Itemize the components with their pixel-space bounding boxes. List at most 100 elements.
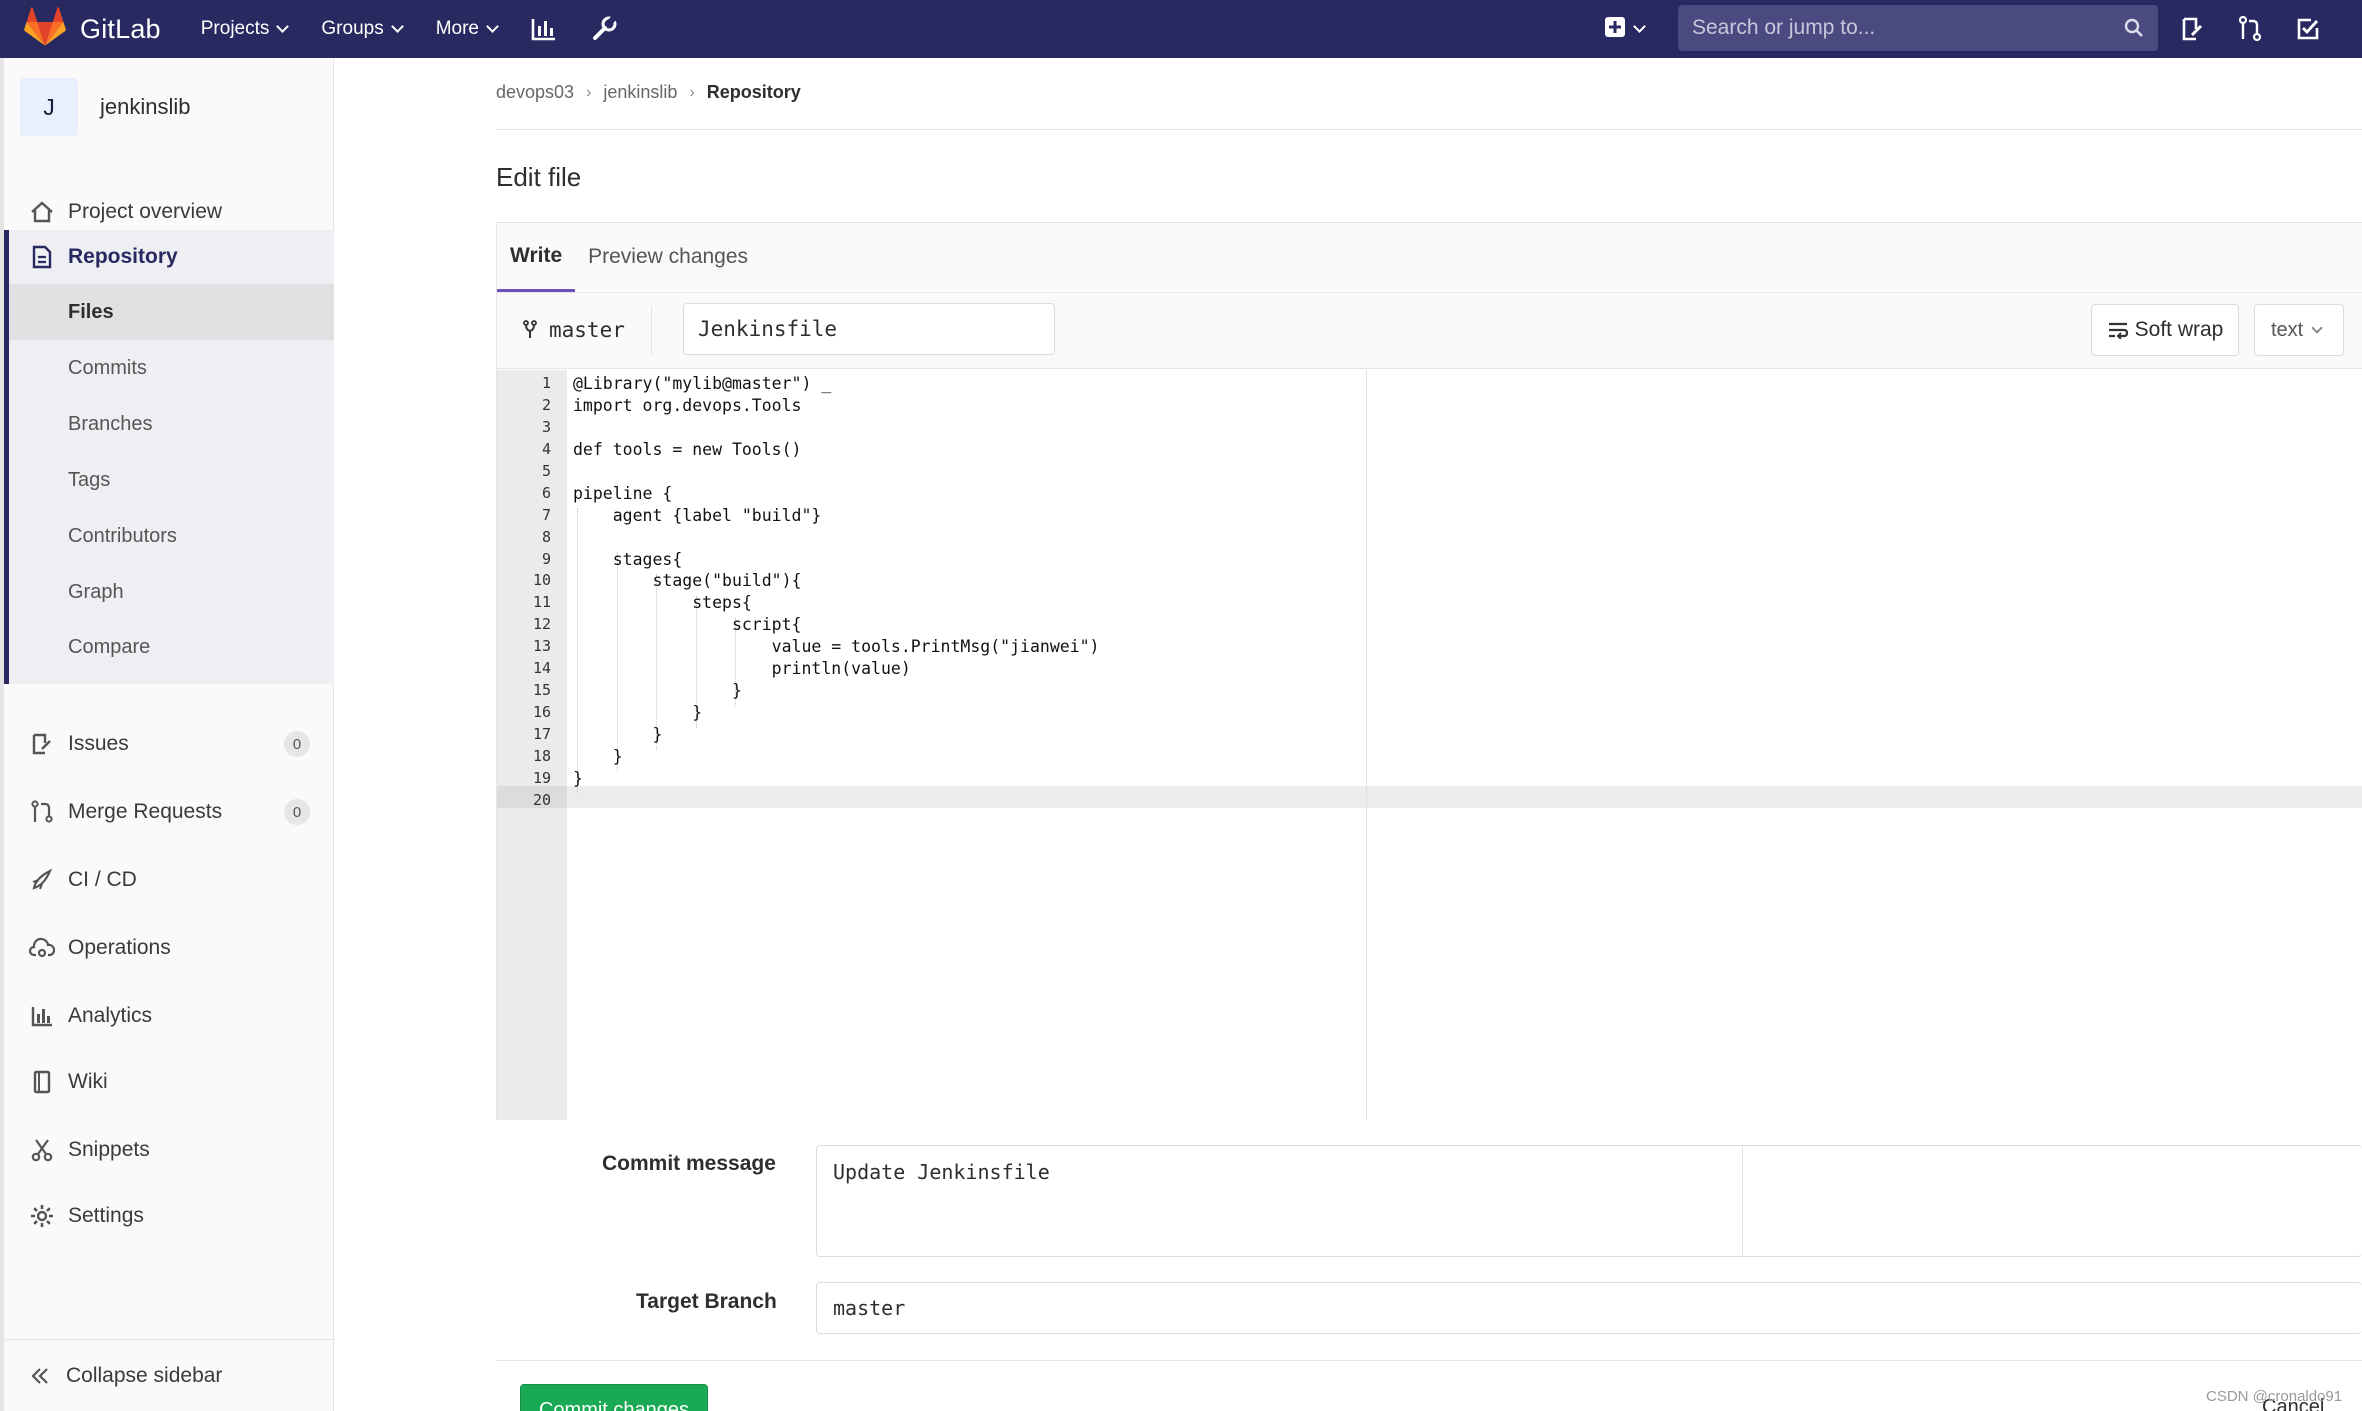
repository-doc-icon [28,245,56,269]
sidebar-item-snippets[interactable]: Snippets [4,1122,334,1178]
sidebar-item-wiki[interactable]: Wiki [4,1054,334,1110]
cloud-gear-icon [28,937,56,959]
nav-more-dropdown[interactable]: More [435,18,499,40]
line-number: 12 [532,615,551,634]
sidebar-item-settings[interactable]: Settings [4,1188,334,1244]
code-line: 3 [497,417,551,439]
sidebar-sub-commits[interactable]: Commits [9,340,334,396]
todos-nav-icon[interactable] [2296,17,2320,41]
line-number: 3 [541,417,551,436]
collapse-sidebar-button[interactable]: Collapse sidebar [4,1339,334,1411]
branch-name: master [549,318,625,342]
sidebar-sub-graph[interactable]: Graph [9,564,334,620]
chevron-right-icon: › [586,83,592,101]
file-mode-value: text [2271,318,2304,341]
sidebar-sub-files[interactable]: Files [9,284,334,340]
collapse-sidebar-label: Collapse sidebar [66,1363,223,1387]
admin-wrench-icon[interactable] [591,16,617,42]
tab-preview-changes[interactable]: Preview changes [575,222,761,292]
line-number: 20 [532,790,551,809]
sidebar-sub-contributors[interactable]: Contributors [9,508,334,564]
line-number: 13 [532,637,551,656]
line-number: 2 [541,395,551,414]
new-item-dropdown[interactable] [1604,16,1646,43]
line-content: pipeline { [573,483,673,503]
soft-wrap-label: Soft wrap [2134,318,2224,341]
nav-projects-dropdown[interactable]: Projects [201,18,290,40]
code-line: 7 agent {label "build"} [497,505,821,527]
commit-changes-button[interactable]: Commit changes [520,1384,708,1411]
line-content: value = tools.PrintMsg("jianwei") [573,637,1100,657]
code-line: 10 stage("build"){ [497,570,802,592]
line-number: 19 [532,768,551,787]
double-chevron-left-icon [30,1366,50,1386]
line-content: } [573,768,583,788]
code-line: 4 def tools = new Tools() [497,439,802,461]
line-number: 11 [532,593,551,612]
sidebar-item-operations[interactable]: Operations [4,920,334,976]
sidebar-sub-branches[interactable]: Branches [9,396,334,452]
sidebar-item-label: Operations [68,936,171,959]
watermark: CSDN @cronaldo91 [2206,1388,2343,1405]
divider [1742,1146,1743,1256]
chevron-right-icon: › [689,83,695,101]
breadcrumb-divider [496,129,2362,130]
issues-nav-icon[interactable] [2180,17,2204,41]
file-name-input[interactable]: Jenkinsfile [683,303,1055,355]
project-name: jenkinslib [100,94,191,119]
merge-requests-count-badge: 0 [284,799,310,825]
sidebar-item-issues[interactable]: Issues 0 [4,716,334,772]
breadcrumb-group-link[interactable]: devops03 [496,82,574,103]
sidebar-item-label: Settings [68,1204,144,1227]
tab-write[interactable]: Write [497,222,576,292]
line-number: 10 [532,571,551,590]
line-number: 14 [532,659,551,678]
code-line: 17 } [497,724,662,746]
target-branch-input[interactable]: master [816,1282,2362,1334]
issues-count-badge: 0 [284,731,310,757]
commit-message-textarea[interactable]: Update Jenkinsfile [816,1145,2362,1257]
line-number: 16 [532,703,551,722]
sidebar-item-repository[interactable]: Repository [4,230,334,284]
chevron-down-icon [390,20,404,33]
sidebar-item-cicd[interactable]: CI / CD [4,852,334,908]
sidebar-item-label: Snippets [68,1138,150,1161]
file-editor: Write Preview changes master Jenkinsfile… [496,222,2362,1120]
code-editor[interactable]: 1 @Library("mylib@master") _ 2 import org.d… [497,370,2362,1120]
search-input[interactable]: Search or jump to... [1678,5,2158,51]
line-content: def tools = new Tools() [573,439,802,459]
editor-tabs: Write Preview changes [497,223,2362,293]
soft-wrap-button[interactable]: Soft wrap [2091,304,2239,356]
line-content: steps{ [573,593,752,613]
code-line: 13 value = tools.PrintMsg("jianwei") [497,636,1100,658]
sidebar-item-label: CI / CD [68,868,137,891]
repository-submenu: Files Commits Branches Tags Contributors… [4,284,334,684]
project-avatar: J [20,78,78,136]
breadcrumb-project-link[interactable]: jenkinslib [603,82,677,103]
project-header-link[interactable]: J jenkinslib [20,78,191,136]
sidebar-item-label: Repository [68,245,178,268]
line-content: script{ [573,615,802,635]
activity-chart-icon[interactable] [531,17,557,41]
line-content: } [573,725,663,744]
chevron-down-icon [2311,321,2323,334]
line-content: stages{ [573,549,683,569]
sidebar-sub-tags[interactable]: Tags [9,452,334,508]
sidebar-item-label: Project overview [68,200,223,223]
sidebar-sub-compare[interactable]: Compare [9,619,334,675]
gitlab-home-link[interactable]: GitLab [24,6,161,52]
sidebar-item-merge-requests[interactable]: Merge Requests 0 [4,784,334,840]
sidebar-item-label: Issues [68,732,129,755]
code-line: 1 @Library("mylib@master") _ [497,373,831,395]
nav-groups-dropdown[interactable]: Groups [321,18,404,40]
file-mode-select[interactable]: text [2254,304,2344,356]
code-line: 19} [497,768,583,790]
nav-more-label: More [435,18,479,39]
analytics-chart-icon [28,1005,56,1027]
breadcrumb-current[interactable]: Repository [707,82,801,103]
code-line: 16 } [497,702,702,724]
branch-indicator: master [523,318,625,342]
form-actions-divider [496,1360,2362,1361]
sidebar-item-analytics[interactable]: Analytics [4,988,334,1044]
merge-requests-nav-icon[interactable] [2238,16,2262,42]
